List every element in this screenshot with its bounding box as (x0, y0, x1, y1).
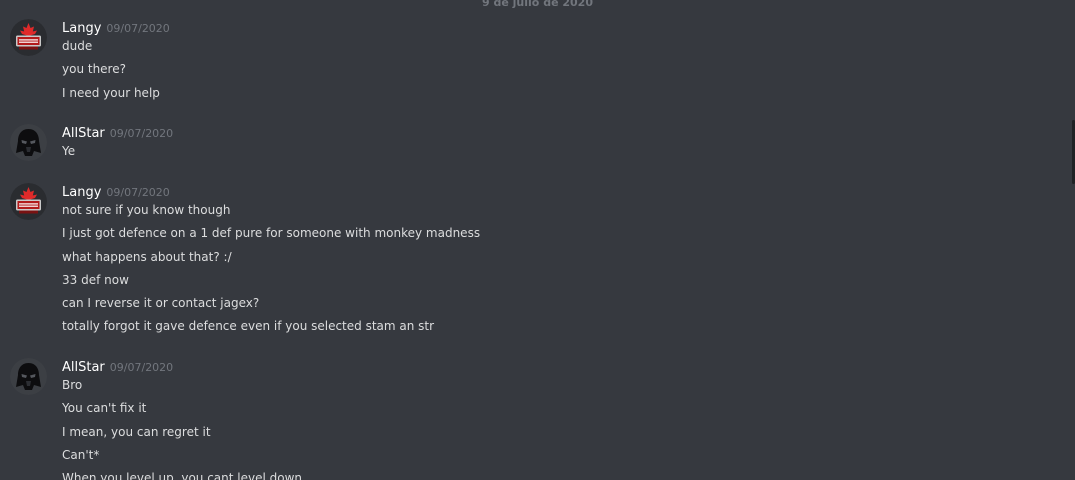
message-header: AllStar 09/07/2020 (62, 123, 173, 141)
username[interactable]: Langy (62, 185, 101, 200)
message-lines: not sure if you know though I just got d… (62, 202, 480, 342)
timestamp: 09/07/2020 (106, 22, 170, 35)
chat-messages-area[interactable]: 9 de julio de 2020 Langy 09/07/2020 dude … (0, 0, 1075, 480)
date-divider: 9 de julio de 2020 (0, 0, 1075, 10)
username[interactable]: AllStar (62, 126, 105, 141)
message-text[interactable]: Ye (62, 143, 75, 166)
message-text[interactable]: can I reverse it or contact jagex? (62, 295, 480, 318)
message-header: Langy 09/07/2020 (62, 182, 170, 200)
message-text[interactable]: You can't fix it (62, 400, 302, 423)
date-divider-label: 9 de julio de 2020 (478, 0, 597, 10)
dark-helmet-icon[interactable] (10, 358, 47, 395)
message-text[interactable]: Can't* (62, 447, 302, 470)
message-text[interactable]: you there? (62, 61, 160, 84)
timestamp: 09/07/2020 (109, 361, 174, 374)
message-text[interactable]: I need your help (62, 85, 160, 108)
message-text[interactable]: what happens about that? :/ (62, 249, 480, 272)
username[interactable]: Langy (62, 21, 101, 36)
dark-helmet-icon[interactable] (10, 124, 47, 161)
maple-leaf-badge-icon[interactable] (10, 19, 47, 56)
message-text[interactable]: I mean, you can regret it (62, 424, 302, 447)
message-text[interactable]: not sure if you know though (62, 202, 480, 225)
message-lines: dude you there? I need your help (62, 38, 160, 108)
maple-leaf-badge-icon[interactable] (10, 183, 47, 220)
message-header: Langy 09/07/2020 (62, 18, 170, 36)
timestamp: 09/07/2020 (109, 127, 174, 140)
message-lines: Bro You can't fix it I mean, you can reg… (62, 377, 302, 480)
timestamp: 09/07/2020 (106, 186, 170, 199)
message-text[interactable]: Bro (62, 377, 302, 400)
message-text[interactable]: I just got defence on a 1 def pure for s… (62, 225, 480, 248)
message-text[interactable]: When you level up, you cant level down (62, 470, 302, 480)
message-text[interactable]: 33 def now (62, 272, 480, 295)
username[interactable]: AllStar (62, 360, 105, 375)
message-text[interactable]: totally forgot it gave defence even if y… (62, 318, 480, 341)
message-text[interactable]: dude (62, 38, 160, 61)
message-header: AllStar 09/07/2020 (62, 357, 173, 375)
message-lines: Ye (62, 143, 75, 166)
